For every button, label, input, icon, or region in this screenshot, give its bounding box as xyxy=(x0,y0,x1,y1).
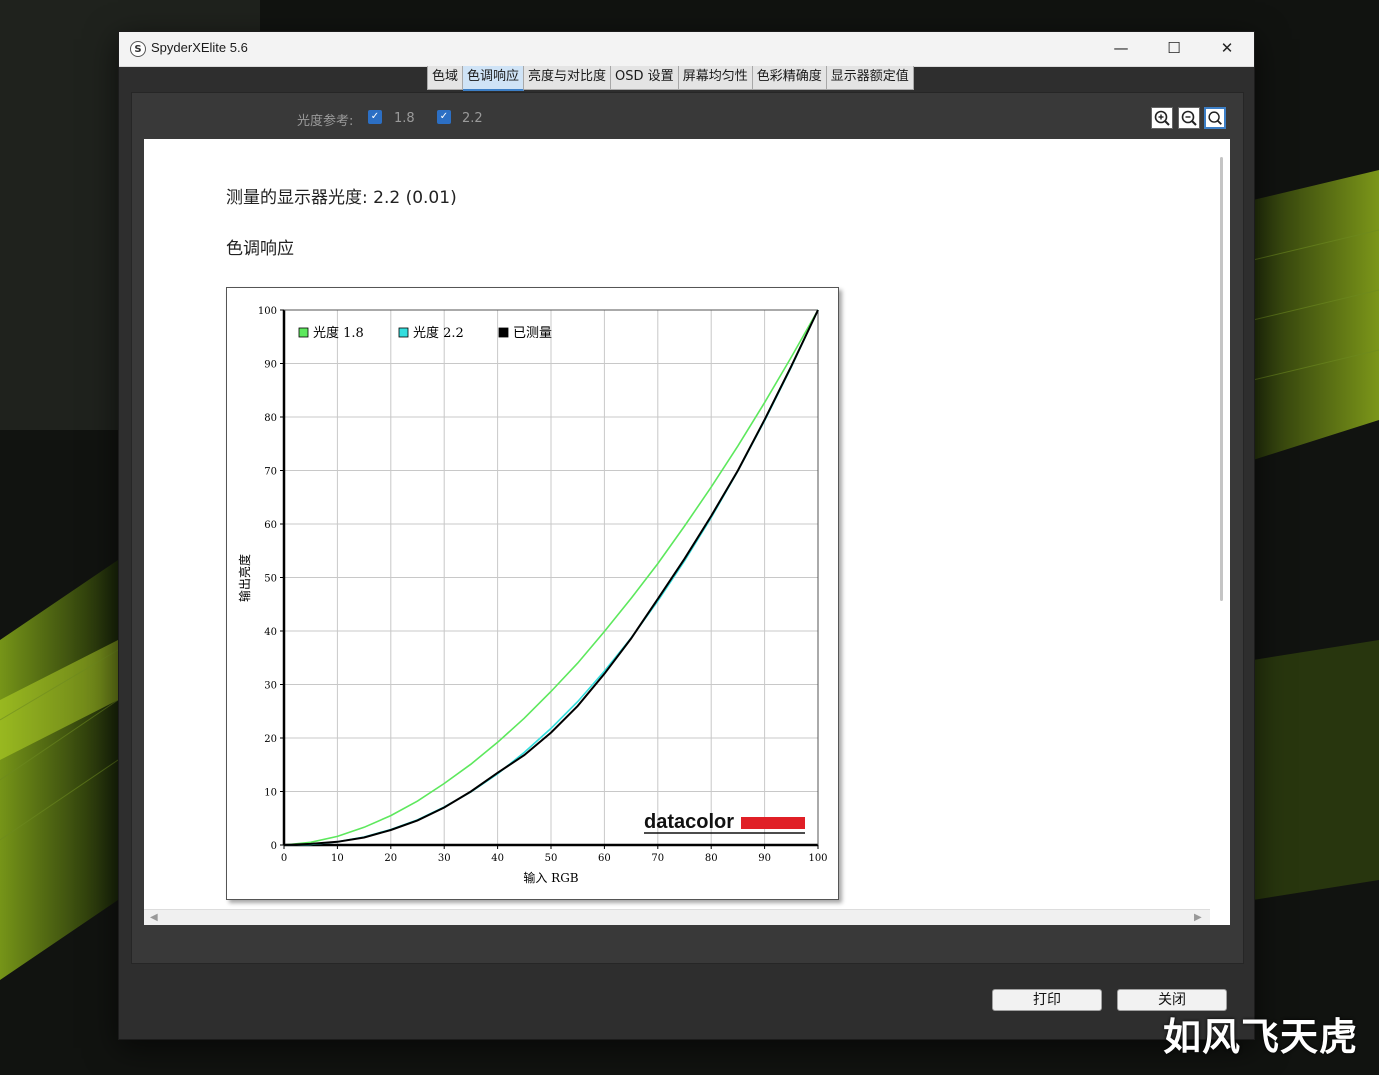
tab-strip: 色域 色调响应 亮度与对比度 OSD 设置 屏幕均匀性 色彩精确度 显示器额定值 xyxy=(427,66,914,91)
y-tick-label-50: 50 xyxy=(264,574,277,585)
legend-swatch-1 xyxy=(298,327,309,338)
y-tick-label-90: 90 xyxy=(264,360,277,371)
chart-legend: 光度 1.8 光度 2.2 已测量 xyxy=(298,325,552,341)
datacolor-logo-bar xyxy=(741,817,805,829)
title-bar[interactable]: S SpyderXElite 5.6 — ☐ ✕ xyxy=(119,32,1254,67)
close-window-button[interactable]: ✕ xyxy=(1201,32,1253,66)
minimize-button[interactable]: — xyxy=(1095,32,1147,66)
window-title: SpyderXElite 5.6 xyxy=(151,40,248,55)
scroll-right-icon[interactable]: ▶ xyxy=(1194,912,1202,923)
y-tick-label-30: 30 xyxy=(264,681,277,692)
legend-label-2: 光度 2.2 xyxy=(413,325,464,341)
x-tick-label-70: 70 xyxy=(651,853,664,864)
x-tick-label-40: 40 xyxy=(491,853,504,864)
tab-display-rating[interactable]: 显示器额定值 xyxy=(826,66,913,89)
datacolor-logo: datacolor xyxy=(644,811,805,834)
y-tick-label-0: 0 xyxy=(271,841,277,852)
measured-gamma: 测量的显示器光度: 2.2 (0.01) xyxy=(226,183,457,208)
zoom-out-icon xyxy=(1181,110,1197,126)
tab-tone-response[interactable]: 色调响应 xyxy=(463,66,525,91)
y-tick-label-80: 80 xyxy=(264,413,277,424)
zoom-out-button[interactable] xyxy=(1178,107,1200,129)
watermark-text: 如风飞天虎 xyxy=(1163,1015,1359,1059)
gamma-1-8-label: 1.8 xyxy=(394,111,415,126)
y-tick-label-100: 100 xyxy=(258,306,277,317)
chart-grid xyxy=(283,309,819,846)
legend-label-3: 已测量 xyxy=(513,326,552,341)
toolbar: 光度参考: ✓ 1.8 ✓ 2.2 xyxy=(132,93,1243,139)
scroll-left-icon[interactable]: ◀ xyxy=(150,912,158,923)
y-tick-label-60: 60 xyxy=(264,520,277,531)
legend-label-1: 光度 1.8 xyxy=(313,325,364,341)
tone-response-chart: 0 10 20 30 40 50 60 70 80 90 100 0 10 20 30 40 50 60 70 80 9… xyxy=(226,287,839,900)
zoom-fit-button[interactable] xyxy=(1204,107,1226,129)
tab-brightness-contrast[interactable]: 亮度与对比度 xyxy=(524,66,612,89)
y-tick-label-20: 20 xyxy=(264,734,277,745)
content-panel: 光度参考: ✓ 1.8 ✓ 2.2 测量的显示器光度: 2.2 (0.01) 色… xyxy=(131,92,1244,964)
x-tick-label-30: 30 xyxy=(438,853,451,864)
gamma-1-8-checkbox[interactable]: ✓ xyxy=(368,110,382,124)
report-area: 测量的显示器光度: 2.2 (0.01) 色调响应 0 10 20 30 40 50 60 7… xyxy=(144,139,1230,925)
chart-ticks: 0 10 20 30 40 50 60 70 80 90 100 0 10 20 30 40 50 60 70 80 9… xyxy=(258,306,828,864)
horizontal-scrollbar[interactable]: ◀ ▶ xyxy=(144,909,1210,925)
x-tick-label-100: 100 xyxy=(808,853,827,864)
legend-swatch-2 xyxy=(398,327,409,338)
x-tick-label-50: 50 xyxy=(545,853,558,864)
vertical-scrollbar[interactable] xyxy=(1220,157,1223,601)
section-title: 色调响应 xyxy=(226,239,294,259)
chart-svg: 0 10 20 30 40 50 60 70 80 90 100 0 10 20 30 40 50 60 70 80 9… xyxy=(237,306,828,885)
zoom-in-button[interactable] xyxy=(1151,107,1173,129)
measured-gamma-value: 2.2 (0.01) xyxy=(373,188,457,208)
gamma-2-2-label: 2.2 xyxy=(462,111,483,126)
x-axis-label: 输入 RGB xyxy=(523,870,578,885)
tab-color-accuracy[interactable]: 色彩精确度 xyxy=(752,66,827,89)
tab-screen-uniformity[interactable]: 屏幕均匀性 xyxy=(678,66,753,89)
x-tick-label-60: 60 xyxy=(598,853,611,864)
measured-gamma-label: 测量的显示器光度: xyxy=(226,188,368,208)
gamma-reference-label: 光度参考: xyxy=(297,114,354,129)
tab-gamut[interactable]: 色域 xyxy=(428,66,464,89)
x-tick-label-0: 0 xyxy=(281,853,287,864)
y-tick-label-10: 10 xyxy=(264,788,277,799)
gamma-2-2-checkbox[interactable]: ✓ xyxy=(437,110,451,124)
app-logo-icon: S xyxy=(130,41,146,57)
zoom-fit-icon xyxy=(1208,111,1222,125)
x-tick-label-90: 90 xyxy=(758,853,771,864)
datacolor-logo-text: datacolor xyxy=(644,811,734,833)
x-tick-label-20: 20 xyxy=(384,853,397,864)
legend-swatch-3 xyxy=(498,327,509,338)
app-window: S SpyderXElite 5.6 — ☐ ✕ 色域 色调响应 亮度与对比度 … xyxy=(118,31,1255,1040)
maximize-button[interactable]: ☐ xyxy=(1148,32,1200,66)
zoom-in-icon xyxy=(1154,110,1170,126)
y-tick-label-40: 40 xyxy=(264,627,277,638)
x-tick-label-10: 10 xyxy=(331,853,344,864)
x-tick-label-80: 80 xyxy=(705,853,718,864)
tab-osd-settings[interactable]: OSD 设置 xyxy=(611,66,679,89)
y-axis-label: 输出亮度 xyxy=(237,554,252,602)
y-tick-label-70: 70 xyxy=(264,467,277,478)
print-button[interactable]: 打印 xyxy=(992,989,1102,1011)
